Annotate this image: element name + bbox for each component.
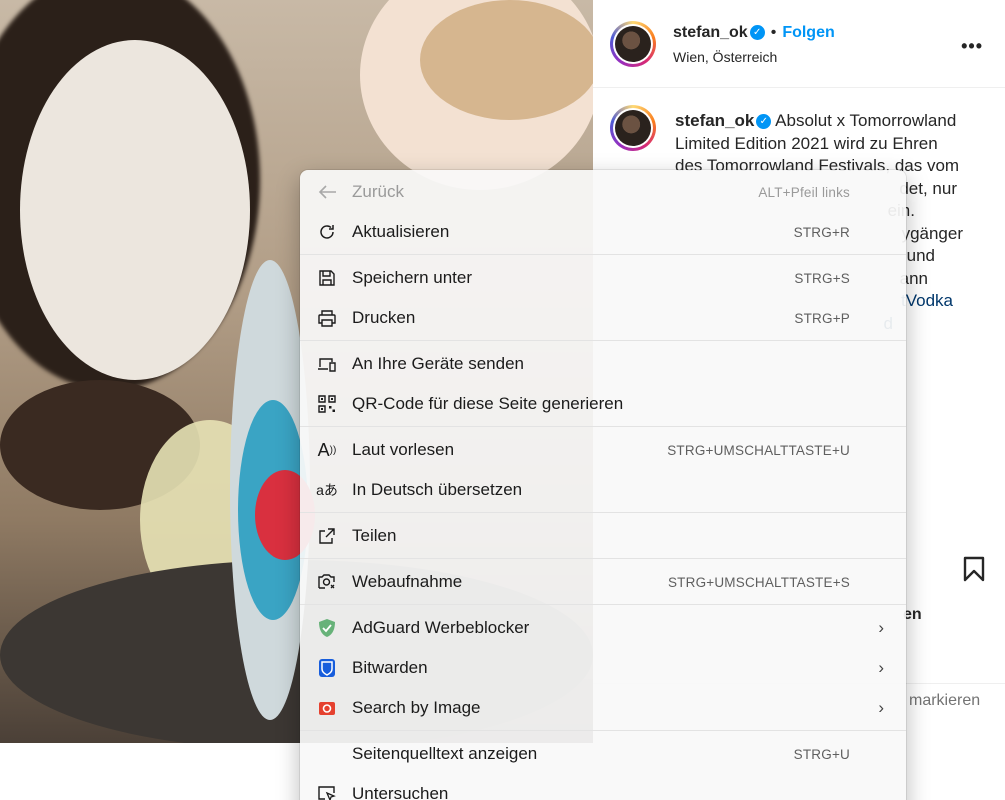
menu-item-label: Search by Image xyxy=(352,698,481,717)
menu-item-label: Aktualisieren xyxy=(352,222,450,241)
menu-item-label: Seitenquelltext anzeigen xyxy=(352,744,538,763)
menu-item-qr-code[interactable]: QR-Code für diese Seite generieren xyxy=(300,384,906,424)
menu-item-shortcut: STRG+U xyxy=(793,746,850,762)
menu-item-refresh[interactable]: Aktualisieren STRG+R xyxy=(300,212,906,252)
menu-item-view-source[interactable]: Seitenquelltext anzeigen STRG+U xyxy=(300,734,906,774)
menu-separator xyxy=(300,604,906,605)
context-menu: Zurück ALT+Pfeil links Aktualisieren STR… xyxy=(300,170,906,800)
menu-separator xyxy=(300,254,906,255)
menu-item-label: Untersuchen xyxy=(352,784,449,800)
photo-region xyxy=(420,0,593,120)
menu-separator xyxy=(300,426,906,427)
menu-item-shortcut: STRG+UMSCHALTTASTE+U xyxy=(667,442,850,458)
menu-item-adguard[interactable]: AdGuard Werbeblocker › xyxy=(300,608,906,648)
qr-code-icon xyxy=(316,394,338,414)
menu-separator xyxy=(300,558,906,559)
caption-avatar[interactable] xyxy=(610,105,656,151)
username-link[interactable]: stefan_ok xyxy=(673,24,748,41)
refresh-icon xyxy=(316,222,338,242)
read-aloud-icon: A)) xyxy=(317,439,337,460)
menu-item-label: Bitwarden xyxy=(352,658,428,677)
menu-item-shortcut: STRG+S xyxy=(794,270,850,286)
menu-item-label: Zurück xyxy=(352,182,404,201)
chevron-right-icon: › xyxy=(878,618,884,637)
menu-item-shortcut: STRG+UMSCHALTTASTE+S xyxy=(667,574,850,590)
bookmark-icon[interactable] xyxy=(963,556,985,582)
menu-item-label: Webaufnahme xyxy=(352,572,463,591)
caption-line: Limited Edition 2021 wird zu Ehren xyxy=(675,133,938,153)
menu-item-label: AdGuard Werbeblocker xyxy=(352,618,530,637)
chevron-right-icon: › xyxy=(878,698,884,717)
menu-item-back[interactable]: Zurück ALT+Pfeil links xyxy=(300,172,906,212)
menu-item-shortcut: STRG+P xyxy=(794,310,850,326)
caption-line: Absolut x Tomorrowland xyxy=(775,111,957,130)
screen: stefan_ok ✓ • Folgen Wien, Österreich ••• s… xyxy=(0,0,1005,800)
location-link[interactable]: Wien, Österreich xyxy=(673,49,777,65)
menu-separator xyxy=(300,730,906,731)
menu-item-save-as[interactable]: Speichern unter STRG+S xyxy=(300,258,906,298)
menu-item-label: Drucken xyxy=(352,308,416,327)
adguard-icon xyxy=(316,618,338,638)
chevron-right-icon: › xyxy=(878,658,884,677)
menu-item-shortcut: ALT+Pfeil links xyxy=(758,184,850,200)
header-line: stefan_ok ✓ • Folgen xyxy=(673,24,835,42)
more-options-icon[interactable]: ••• xyxy=(961,36,983,57)
follow-button[interactable]: Folgen xyxy=(782,24,834,41)
menu-separator xyxy=(300,340,906,341)
menu-item-print[interactable]: Drucken STRG+P xyxy=(300,298,906,338)
menu-item-label: An Ihre Geräte senden xyxy=(352,354,525,373)
menu-item-translate[interactable]: aあ In Deutsch übersetzen xyxy=(300,470,906,510)
menu-item-label: QR-Code für diese Seite generieren xyxy=(352,394,624,413)
verified-badge-icon: ✓ xyxy=(749,25,765,41)
menu-item-read-aloud[interactable]: A)) Laut vorlesen STRG+UMSCHALTTASTE+U xyxy=(300,430,906,470)
menu-item-inspect[interactable]: Untersuchen xyxy=(300,774,906,800)
menu-item-search-by-image[interactable]: Search by Image › xyxy=(300,688,906,728)
comment-input[interactable]: markieren xyxy=(909,692,980,710)
back-arrow-icon xyxy=(316,182,338,202)
menu-item-web-capture[interactable]: Webaufnahme STRG+UMSCHALTTASTE+S xyxy=(300,562,906,602)
menu-item-share[interactable]: Teilen xyxy=(300,516,906,556)
caption-username[interactable]: stefan_ok xyxy=(675,111,754,130)
translate-icon: aあ xyxy=(316,482,338,498)
menu-separator xyxy=(300,512,906,513)
menu-item-shortcut: STRG+R xyxy=(793,224,850,240)
menu-item-send-to-devices[interactable]: An Ihre Geräte senden xyxy=(300,344,906,384)
separator-dot: • xyxy=(770,24,777,41)
share-icon xyxy=(316,526,338,546)
bitwarden-icon xyxy=(316,658,338,678)
photo-region xyxy=(20,40,250,380)
menu-item-label: Speichern unter xyxy=(352,268,473,287)
menu-item-label: Laut vorlesen xyxy=(352,440,455,459)
search-by-image-icon xyxy=(316,698,338,718)
post-header: stefan_ok ✓ • Folgen Wien, Österreich ••• xyxy=(593,0,1005,88)
inspect-icon xyxy=(316,784,338,800)
printer-icon xyxy=(316,308,338,328)
menu-item-bitwarden[interactable]: Bitwarden › xyxy=(300,648,906,688)
menu-item-label: Teilen xyxy=(352,526,397,545)
menu-item-label: In Deutsch übersetzen xyxy=(352,480,523,499)
devices-icon xyxy=(316,354,338,374)
verified-badge-icon: ✓ xyxy=(756,114,772,130)
avatar[interactable] xyxy=(610,21,656,67)
save-icon xyxy=(316,268,338,288)
web-capture-icon xyxy=(316,572,338,592)
